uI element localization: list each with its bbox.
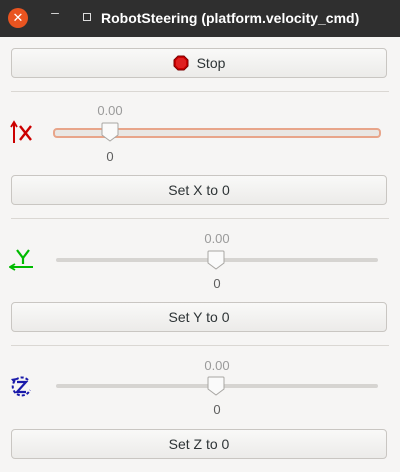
arrow-up-x-icon [10,120,32,143]
minimize-icon[interactable]: – [48,4,62,24]
z-tick-label: 0 [213,402,221,417]
set-x-to-0-button[interactable]: Set X to 0 [11,175,387,205]
set-z-label: Set Z to 0 [168,436,230,452]
y-tick-label: 0 [213,276,221,291]
z-value-label: 0.00 [204,358,230,373]
maximize-icon[interactable] [83,13,91,21]
x-tick-label: 0 [106,149,114,164]
window-title: RobotSteering (platform.velocity_cmd) [101,10,360,26]
separator [11,91,389,92]
set-y-label: Set Y to 0 [168,309,230,325]
title-bar: ✕ – RobotSteering (platform.velocity_cmd… [0,0,400,37]
x-value-label: 0.00 [97,103,123,118]
z-slider-handle[interactable] [207,376,225,396]
arrow-left-y-icon [9,249,33,271]
close-icon[interactable]: ✕ [8,8,28,28]
stop-octagon-icon [173,55,189,71]
stop-button[interactable]: Stop [11,48,387,78]
stop-label: Stop [196,55,226,71]
separator [11,218,389,219]
y-slider-handle[interactable] [207,250,225,270]
separator [11,345,389,346]
set-y-to-0-button[interactable]: Set Y to 0 [11,302,387,332]
rotate-z-icon [11,376,31,397]
set-z-to-0-button[interactable]: Set Z to 0 [11,429,387,459]
x-slider-handle[interactable] [101,122,119,142]
y-value-label: 0.00 [204,231,230,246]
set-x-label: Set X to 0 [168,182,230,198]
